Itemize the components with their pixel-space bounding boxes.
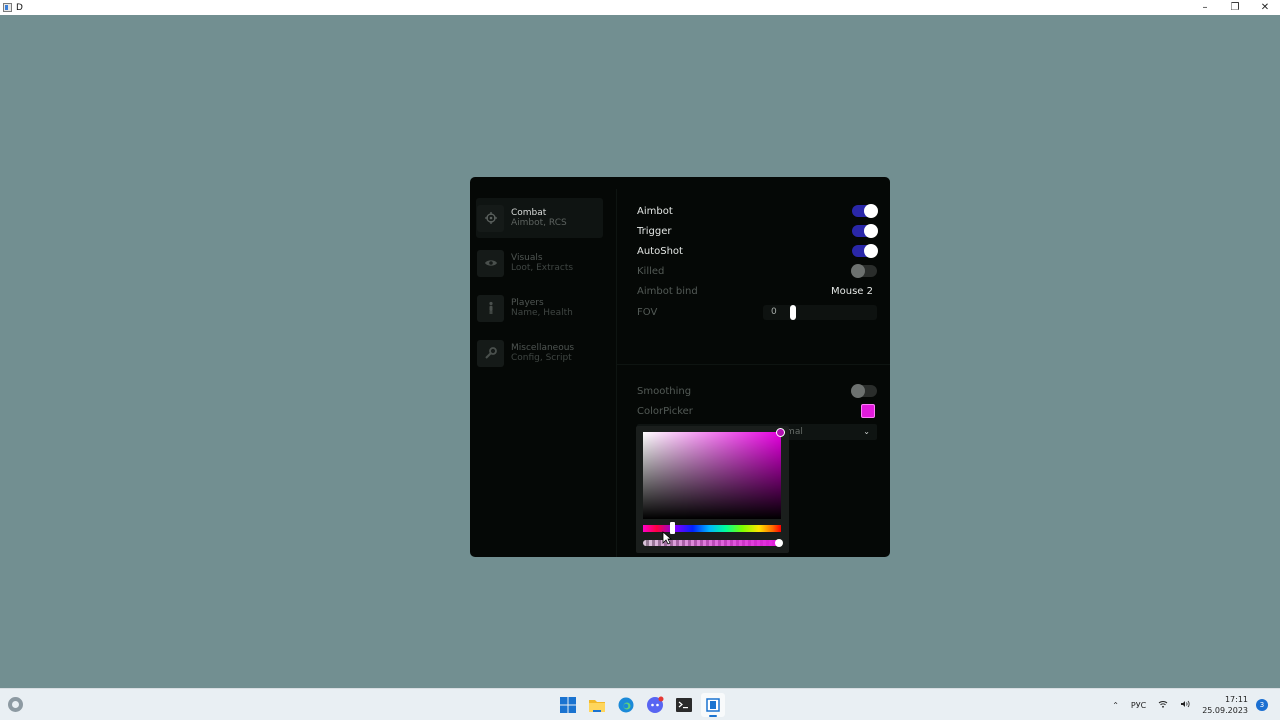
autoshot-toggle[interactable]	[852, 244, 878, 258]
language-indicator[interactable]: РУС	[1131, 701, 1146, 710]
saturation-value-area[interactable]	[643, 432, 781, 519]
menu-panel: Combat Aimbot, RCS Visuals Loot, Extract…	[470, 177, 890, 557]
sidebar-item-visuals[interactable]: Visuals Loot, Extracts	[476, 243, 603, 283]
taskbar-apps	[556, 693, 730, 717]
trigger-row: Trigger	[637, 221, 878, 241]
saturation-value-cursor[interactable]	[776, 428, 785, 437]
aimbot-bind-button[interactable]: Mouse 2	[831, 286, 873, 297]
colorpicker-row: ColorPicker	[637, 401, 877, 421]
sidebar-item-subtitle: Name, Health	[511, 308, 573, 318]
mouse-pointer-icon	[662, 530, 673, 549]
fov-slider[interactable]: 0	[763, 305, 877, 320]
sidebar-item-title: Visuals	[511, 253, 543, 263]
sidebar-item-title: Players	[511, 298, 544, 308]
trigger-toggle[interactable]	[852, 224, 878, 238]
sidebar-item-title: Combat	[511, 208, 547, 218]
sidebar-item-players[interactable]: Players Name, Health	[476, 288, 603, 328]
system-tray: ⌃ РУС 17:11 25.09.2023 3	[1112, 689, 1280, 720]
aimbot-row: Aimbot	[637, 201, 878, 221]
killed-toggle[interactable]	[851, 264, 877, 278]
taskbar: ⌃ РУС 17:11 25.09.2023 3	[0, 688, 1280, 720]
notification-badge[interactable]: 3	[1256, 699, 1268, 711]
fov-label: FOV	[637, 306, 658, 318]
wifi-icon[interactable]	[1158, 700, 1168, 710]
crosshair-icon	[477, 204, 504, 232]
color-picker-popup	[636, 426, 789, 553]
sidebar: Combat Aimbot, RCS Visuals Loot, Extract…	[470, 177, 616, 557]
sidebar-item-miscellaneous[interactable]: Miscellaneous Config, Script	[476, 333, 603, 373]
sidebar-item-subtitle: Loot, Extracts	[511, 263, 574, 273]
volume-icon[interactable]	[1180, 700, 1190, 710]
smoothing-toggle[interactable]	[851, 384, 877, 398]
person-icon	[477, 294, 504, 322]
terminal-icon[interactable]	[672, 693, 696, 717]
sidebar-item-subtitle: Config, Script	[511, 353, 572, 363]
window-controls: – ❐ ✕	[1190, 0, 1280, 15]
killed-label: Killed	[637, 265, 665, 277]
smoothing-label: Smoothing	[637, 385, 692, 397]
close-button[interactable]: ✕	[1250, 0, 1280, 15]
discord-icon[interactable]	[643, 693, 667, 717]
clock[interactable]: 17:11 25.09.2023	[1202, 694, 1248, 716]
eye-icon	[477, 249, 504, 277]
aimbot-label: Aimbot	[637, 205, 673, 217]
chevron-up-icon[interactable]: ⌃	[1112, 701, 1119, 710]
killed-row: Killed	[637, 261, 877, 281]
aimbot-toggle[interactable]	[852, 204, 878, 218]
autoshot-row: AutoShot	[637, 241, 878, 261]
app-icon	[3, 3, 12, 12]
alpha-slider-handle[interactable]	[775, 539, 783, 547]
aimbot-bind-label: Aimbot bind	[637, 285, 698, 297]
fov-value: 0	[771, 307, 777, 317]
section-divider	[617, 364, 890, 365]
sidebar-item-combat[interactable]: Combat Aimbot, RCS	[476, 198, 603, 238]
widgets-icon[interactable]	[8, 697, 23, 712]
window-title: D	[16, 2, 23, 13]
trigger-label: Trigger	[637, 225, 672, 237]
aimbot-bind-row: Aimbot bind Mouse 2	[637, 281, 877, 301]
active-app-icon[interactable]	[701, 693, 725, 717]
clock-time: 17:11	[1224, 695, 1248, 704]
sidebar-item-title: Miscellaneous	[511, 343, 575, 353]
smoothing-row: Smoothing	[637, 381, 877, 401]
restore-button[interactable]: ❐	[1220, 0, 1250, 15]
clock-date: 25.09.2023	[1202, 706, 1248, 715]
window-titlebar: D – ❐ ✕	[0, 0, 1280, 15]
fov-row: FOV 0	[637, 302, 877, 322]
color-swatch-button[interactable]	[861, 404, 875, 418]
gear-icon	[477, 339, 504, 367]
fov-slider-handle[interactable]	[790, 305, 796, 320]
edge-icon[interactable]	[614, 693, 638, 717]
file-explorer-icon[interactable]	[585, 693, 609, 717]
autoshot-label: AutoShot	[637, 245, 683, 257]
windows-start-icon[interactable]	[556, 693, 580, 717]
minimize-button[interactable]: –	[1190, 0, 1220, 15]
colorpicker-label: ColorPicker	[637, 405, 693, 417]
chevron-down-icon: ⌄	[863, 427, 870, 436]
sidebar-item-subtitle: Aimbot, RCS	[511, 218, 567, 228]
